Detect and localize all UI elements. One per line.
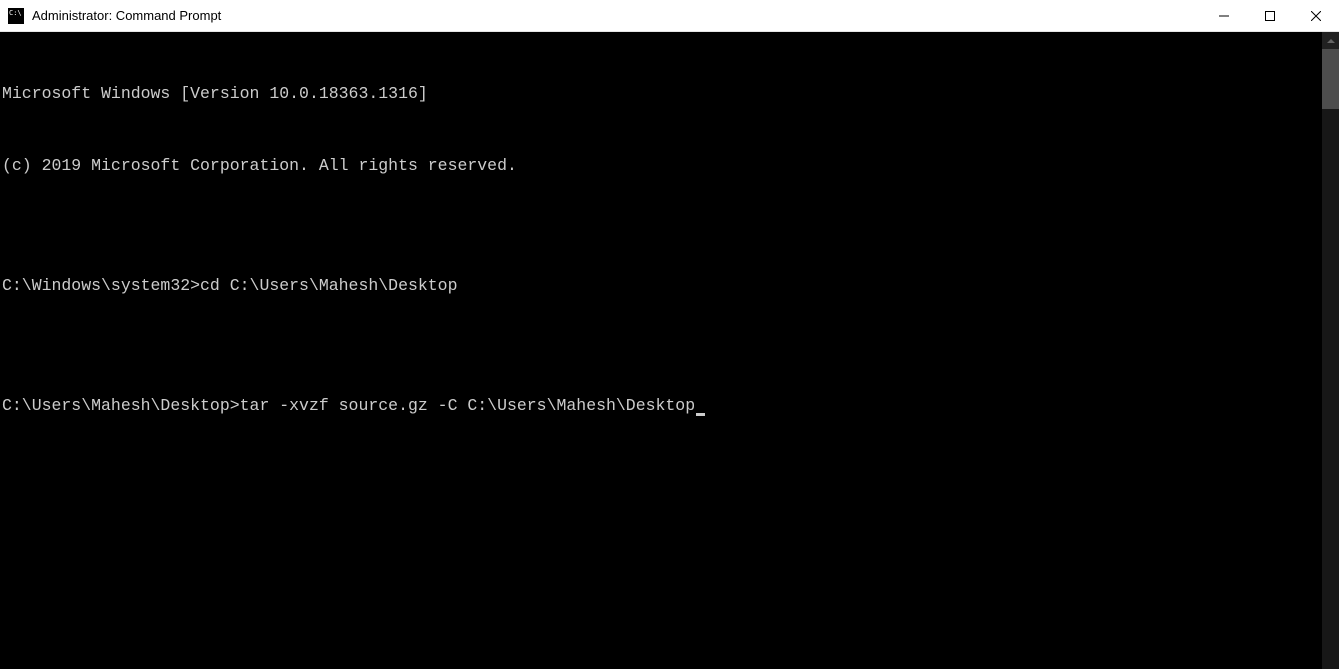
maximize-button[interactable] <box>1247 0 1293 32</box>
terminal-area[interactable]: Microsoft Windows [Version 10.0.18363.13… <box>0 32 1339 669</box>
scrollbar-thumb[interactable] <box>1322 49 1339 109</box>
maximize-icon <box>1265 11 1275 21</box>
terminal-line: Microsoft Windows [Version 10.0.18363.13… <box>2 82 1322 106</box>
terminal-line: C:\Windows\system32>cd C:\Users\Mahesh\D… <box>2 274 1322 298</box>
window-controls <box>1201 0 1339 31</box>
close-icon <box>1311 11 1321 21</box>
minimize-icon <box>1219 11 1229 21</box>
minimize-button[interactable] <box>1201 0 1247 32</box>
cursor-icon <box>696 413 705 416</box>
window-title: Administrator: Command Prompt <box>32 8 1201 23</box>
scrollbar[interactable] <box>1322 32 1339 669</box>
terminal-line: (c) 2019 Microsoft Corporation. All righ… <box>2 154 1322 178</box>
titlebar: Administrator: Command Prompt <box>0 0 1339 32</box>
cmd-icon <box>8 8 24 24</box>
terminal-content[interactable]: Microsoft Windows [Version 10.0.18363.13… <box>0 32 1322 669</box>
scrollbar-arrow-up-icon[interactable] <box>1322 32 1339 49</box>
close-button[interactable] <box>1293 0 1339 32</box>
terminal-line: C:\Users\Mahesh\Desktop>tar -xvzf source… <box>2 394 1322 418</box>
